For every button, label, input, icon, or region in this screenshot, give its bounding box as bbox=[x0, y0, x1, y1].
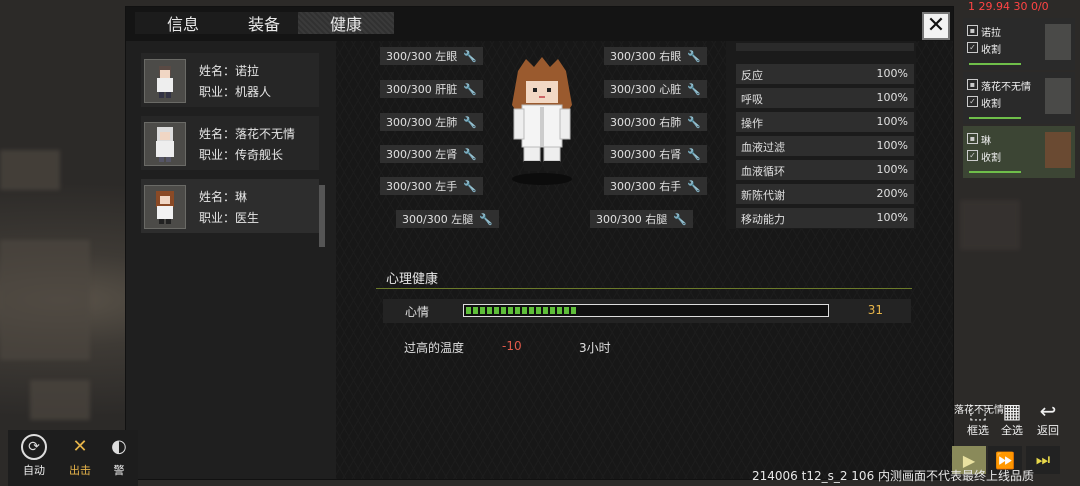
build-info: 214006 t12_s_2 106 内测画面不代表最终上线品质 bbox=[752, 469, 1035, 483]
character-job: 职业：机器人 bbox=[199, 85, 272, 99]
tab-health[interactable]: 健康 bbox=[298, 12, 394, 34]
stat-row: 血液循环 100% bbox=[736, 160, 914, 180]
wrench-icon: 🔧 bbox=[463, 147, 477, 161]
wrench-icon: 🔧 bbox=[463, 49, 477, 63]
avatar bbox=[1045, 78, 1071, 114]
auto-icon: ⟳ bbox=[21, 434, 47, 460]
organ-left-kidney[interactable]: 300/300 左肾 🔧 bbox=[380, 145, 483, 163]
stat-row: 操作 100% bbox=[736, 112, 914, 132]
character-card-luohua[interactable]: 姓名：落花不无情 职业：传奇舰长 bbox=[141, 116, 319, 170]
character-list: 姓名：诺拉 职业：机器人 姓名：落花不无情 职业：传奇舰长 姓名：琳 职业：医生 bbox=[136, 50, 326, 480]
resource-readout: 1 29.94 30 0/0 bbox=[968, 0, 1049, 13]
scrollbar[interactable] bbox=[319, 185, 325, 247]
organ-left-eye[interactable]: 300/300 左眼 🔧 bbox=[380, 47, 483, 65]
mood-row: 心情 31 bbox=[383, 299, 911, 323]
close-icon: ✕ bbox=[926, 13, 946, 38]
alert-icon: ◐ bbox=[111, 436, 127, 457]
health-bar bbox=[969, 117, 1021, 119]
back-arrow-icon: ↩ bbox=[1039, 399, 1057, 423]
checkbox-icon: ✓ bbox=[967, 150, 978, 161]
organ-liver[interactable]: 300/300 肝脏 🔧 bbox=[380, 80, 483, 98]
avatar bbox=[1045, 24, 1071, 60]
avatar bbox=[144, 122, 186, 166]
character-name: 姓名：琳 bbox=[199, 190, 248, 204]
wrench-icon: 🔧 bbox=[463, 179, 477, 193]
mood-bar bbox=[463, 304, 829, 317]
character-sprite bbox=[512, 57, 572, 185]
stat-row: 新陈代谢 200% bbox=[736, 184, 914, 204]
grid-icon: ▦ bbox=[1002, 399, 1022, 423]
fastest-forward-icon: ⏭ bbox=[1035, 450, 1051, 469]
character-name: 姓名：落花不无情 bbox=[199, 127, 296, 141]
alert-button[interactable]: ◐ 警 bbox=[104, 434, 134, 484]
character-card-lin[interactable]: 姓名：琳 职业：医生 bbox=[141, 179, 319, 233]
avatar bbox=[1045, 132, 1071, 168]
organ-right-leg[interactable]: 300/300 右腿 🔧 bbox=[590, 210, 693, 228]
organ-left-leg[interactable]: 300/300 左腿 🔧 bbox=[396, 210, 499, 228]
stat-row: 移动能力 100% bbox=[736, 208, 914, 228]
stat-row-partial bbox=[736, 43, 914, 51]
party-member-nora[interactable]: ▪ 诺拉 ✓ 收割 bbox=[963, 18, 1075, 70]
checkbox-icon: ✓ bbox=[967, 42, 978, 53]
wrench-icon: 🔧 bbox=[687, 49, 701, 63]
thought-name: 过高的温度 bbox=[404, 341, 465, 355]
portrait-icon: ▪ bbox=[967, 25, 978, 36]
wrench-icon: 🔧 bbox=[673, 212, 687, 226]
portrait-icon: ▪ bbox=[967, 79, 978, 90]
auto-button[interactable]: ⟳ 自动 bbox=[12, 434, 56, 484]
thought-duration: 3小时 bbox=[579, 341, 611, 355]
wrench-icon: 🔧 bbox=[687, 82, 701, 96]
tab-bar: 信息 装备 健康 ✕ bbox=[126, 7, 953, 41]
wrench-icon: 🔧 bbox=[687, 179, 701, 193]
health-bar bbox=[969, 171, 1021, 173]
mood-bar-fill bbox=[466, 307, 578, 314]
stat-row: 呼吸 100% bbox=[736, 88, 914, 108]
organ-right-hand[interactable]: 300/300 右手 🔧 bbox=[604, 177, 707, 195]
wrench-icon: 🔧 bbox=[463, 115, 477, 129]
organ-heart[interactable]: 300/300 心脏 🔧 bbox=[604, 80, 707, 98]
mood-label: 心情 bbox=[405, 305, 430, 319]
checkbox-icon: ✓ bbox=[967, 96, 978, 107]
avatar bbox=[144, 185, 186, 229]
organ-right-eye[interactable]: 300/300 右眼 🔧 bbox=[604, 47, 707, 65]
party-member-lin[interactable]: ▪ 琳 ✓ 收割 bbox=[963, 126, 1075, 178]
stat-row: 反应 100% bbox=[736, 64, 914, 84]
select-all-button[interactable]: ▦ 全选 bbox=[994, 400, 1030, 438]
portrait-icon: ▪ bbox=[967, 133, 978, 144]
wrench-icon: 🔧 bbox=[463, 82, 477, 96]
stat-row: 血液过滤 100% bbox=[736, 136, 914, 156]
character-job: 职业：医生 bbox=[199, 211, 260, 225]
back-button[interactable]: ↩ 返回 bbox=[1030, 400, 1066, 438]
mental-health-title: 心理健康 bbox=[386, 272, 439, 287]
character-panel: 信息 装备 健康 ✕ 姓名：诺拉 职业：机器人 姓名：落花不无情 职业：传奇舰长… bbox=[126, 7, 953, 479]
character-name: 姓名：诺拉 bbox=[199, 64, 260, 78]
organ-right-kidney[interactable]: 300/300 右肾 🔧 bbox=[604, 145, 707, 163]
organ-left-lung[interactable]: 300/300 左肺 🔧 bbox=[380, 113, 483, 131]
organ-right-lung[interactable]: 300/300 右肺 🔧 bbox=[604, 113, 707, 131]
health-detail: 300/300 左眼 🔧 300/300 肝脏 🔧 300/300 左肺 🔧 300/… bbox=[336, 41, 953, 479]
mood-value: 31 bbox=[867, 303, 883, 317]
crossed-swords-icon: ✕ bbox=[72, 436, 88, 457]
party-member-luohua[interactable]: ▪ 落花不无情 ✓ 收割 bbox=[963, 72, 1075, 124]
divider bbox=[376, 288, 912, 289]
character-job: 职业：传奇舰长 bbox=[199, 148, 284, 162]
wrench-icon: 🔧 bbox=[479, 212, 493, 226]
health-bar bbox=[969, 63, 1021, 65]
character-card-nora[interactable]: 姓名：诺拉 职业：机器人 bbox=[141, 53, 319, 107]
capacity-stats: 反应 100% 呼吸 100% 操作 100% 血液过滤 100% 血液循环 100% 新… bbox=[726, 41, 916, 229]
attack-button[interactable]: ✕ 出击 bbox=[58, 434, 102, 484]
organ-left-hand[interactable]: 300/300 左手 🔧 bbox=[380, 177, 483, 195]
wrench-icon: 🔧 bbox=[687, 147, 701, 161]
wrench-icon: 🔧 bbox=[687, 115, 701, 129]
avatar bbox=[144, 59, 186, 103]
box-select-button[interactable]: ⬚ 框选 bbox=[960, 400, 996, 438]
bottom-left-toolbar: ⟳ 自动 ✕ 出击 ◐ 警 bbox=[8, 430, 138, 486]
box-select-icon: ⬚ bbox=[968, 399, 988, 423]
thought-effect: -10 bbox=[502, 339, 522, 353]
close-button[interactable]: ✕ bbox=[922, 12, 950, 40]
